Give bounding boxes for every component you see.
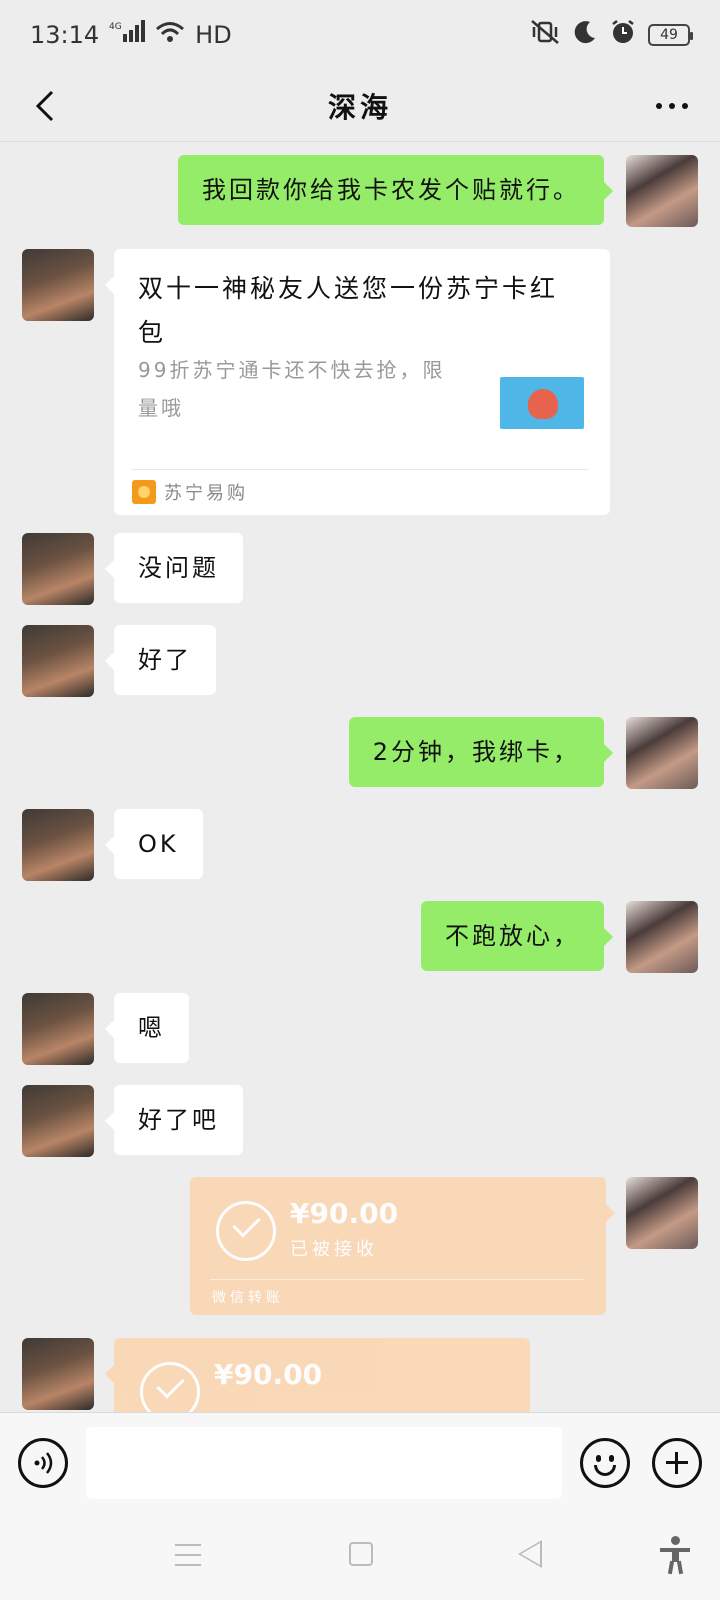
octopus-illustration bbox=[528, 389, 558, 419]
my-message-bubble[interactable]: 我回款你给我卡农发个贴就行。 bbox=[178, 155, 613, 225]
peer-avatar[interactable] bbox=[22, 249, 94, 321]
suning-logo-icon bbox=[132, 480, 156, 504]
emoji-icon-eye-right bbox=[609, 1455, 614, 1462]
link-card-source: 苏宁易购 bbox=[132, 479, 248, 505]
chevron-left-icon bbox=[35, 90, 54, 122]
peer-avatar[interactable] bbox=[22, 1085, 94, 1157]
transfer-divider bbox=[210, 1279, 584, 1280]
back-button[interactable] bbox=[22, 84, 66, 128]
message-input[interactable] bbox=[86, 1427, 562, 1499]
peer-message-bubble[interactable]: 好了吧 bbox=[105, 1085, 243, 1155]
input-bar bbox=[0, 1412, 720, 1512]
link-card-source-name: 苏宁易购 bbox=[164, 483, 248, 504]
peer-avatar[interactable] bbox=[22, 809, 94, 881]
moon-icon bbox=[572, 19, 598, 51]
peer-avatar[interactable] bbox=[22, 993, 94, 1065]
menu-icon[interactable] bbox=[175, 1544, 201, 1566]
transfer-card[interactable]: ¥90.00 已被接收 微信转账 bbox=[190, 1177, 615, 1315]
system-navigation-bar bbox=[0, 1512, 720, 1600]
more-options-button[interactable] bbox=[650, 84, 694, 128]
battery-indicator: 49 bbox=[648, 24, 693, 46]
accessibility-icon[interactable] bbox=[660, 1536, 690, 1575]
voice-input-button[interactable] bbox=[18, 1438, 68, 1488]
my-avatar[interactable] bbox=[626, 1177, 698, 1249]
transfer-footer: 微信转账 bbox=[212, 1290, 284, 1306]
peer-message-bubble[interactable]: 好了 bbox=[105, 625, 216, 695]
peer-avatar[interactable] bbox=[22, 625, 94, 697]
peer-message-bubble[interactable]: 嗯 bbox=[105, 993, 189, 1063]
link-card[interactable]: 双十一神秘友人送您一份苏宁卡红包 99折苏宁通卡还不快去抢，限量哦 苏宁易购 bbox=[105, 249, 610, 515]
link-card-thumbnail bbox=[500, 377, 584, 429]
chat-title: 深海 bbox=[327, 90, 392, 124]
link-card-description: 99折苏宁通卡还不快去抢，限量哦 bbox=[138, 358, 446, 420]
more-dots-icon bbox=[656, 103, 688, 109]
emoji-icon-mouth bbox=[594, 1465, 616, 1476]
network-type-label: 4G bbox=[109, 22, 122, 32]
wifi-icon bbox=[155, 21, 185, 49]
link-card-title: 双十一神秘友人送您一份苏宁卡红包 bbox=[138, 274, 559, 347]
emoji-icon-eye-left bbox=[596, 1455, 601, 1462]
my-avatar[interactable] bbox=[626, 717, 698, 789]
chat-header: 深海 bbox=[0, 70, 720, 142]
peer-avatar[interactable] bbox=[22, 1338, 94, 1410]
home-icon[interactable] bbox=[349, 1542, 373, 1566]
emoji-button[interactable] bbox=[580, 1438, 630, 1488]
check-circle-icon bbox=[140, 1362, 200, 1413]
back-triangle-icon[interactable] bbox=[518, 1540, 542, 1568]
alarm-icon bbox=[610, 19, 636, 51]
more-actions-button[interactable] bbox=[652, 1438, 702, 1488]
peer-message-bubble[interactable]: 没问题 bbox=[105, 533, 243, 603]
transfer-card[interactable]: ¥90.00 bbox=[105, 1338, 530, 1413]
network-quality-label: HD bbox=[195, 21, 232, 49]
my-avatar[interactable] bbox=[626, 155, 698, 227]
transfer-amount: ¥90.00 bbox=[214, 1358, 323, 1391]
my-avatar[interactable] bbox=[626, 901, 698, 973]
cellular-signal-icon: 4G bbox=[109, 20, 146, 50]
voice-icon bbox=[34, 1452, 53, 1474]
message-list[interactable]: 我回款你给我卡农发个贴就行。 双十一神秘友人送您一份苏宁卡红包 99折苏宁通卡还… bbox=[0, 143, 720, 1413]
link-card-divider bbox=[132, 469, 588, 470]
status-time: 13:14 bbox=[30, 21, 100, 49]
my-message-bubble[interactable]: 不跑放心， bbox=[421, 901, 613, 971]
transfer-amount: ¥90.00 bbox=[290, 1197, 399, 1230]
check-circle-icon bbox=[216, 1201, 276, 1261]
peer-avatar[interactable] bbox=[22, 533, 94, 605]
vibrate-off-icon bbox=[530, 19, 560, 51]
my-message-bubble[interactable]: 2分钟，我绑卡， bbox=[348, 717, 614, 787]
status-bar: 13:14 4G HD 49 bbox=[0, 0, 720, 70]
peer-message-bubble[interactable]: OK bbox=[105, 809, 203, 879]
transfer-status: 已被接收 bbox=[290, 1239, 378, 1260]
